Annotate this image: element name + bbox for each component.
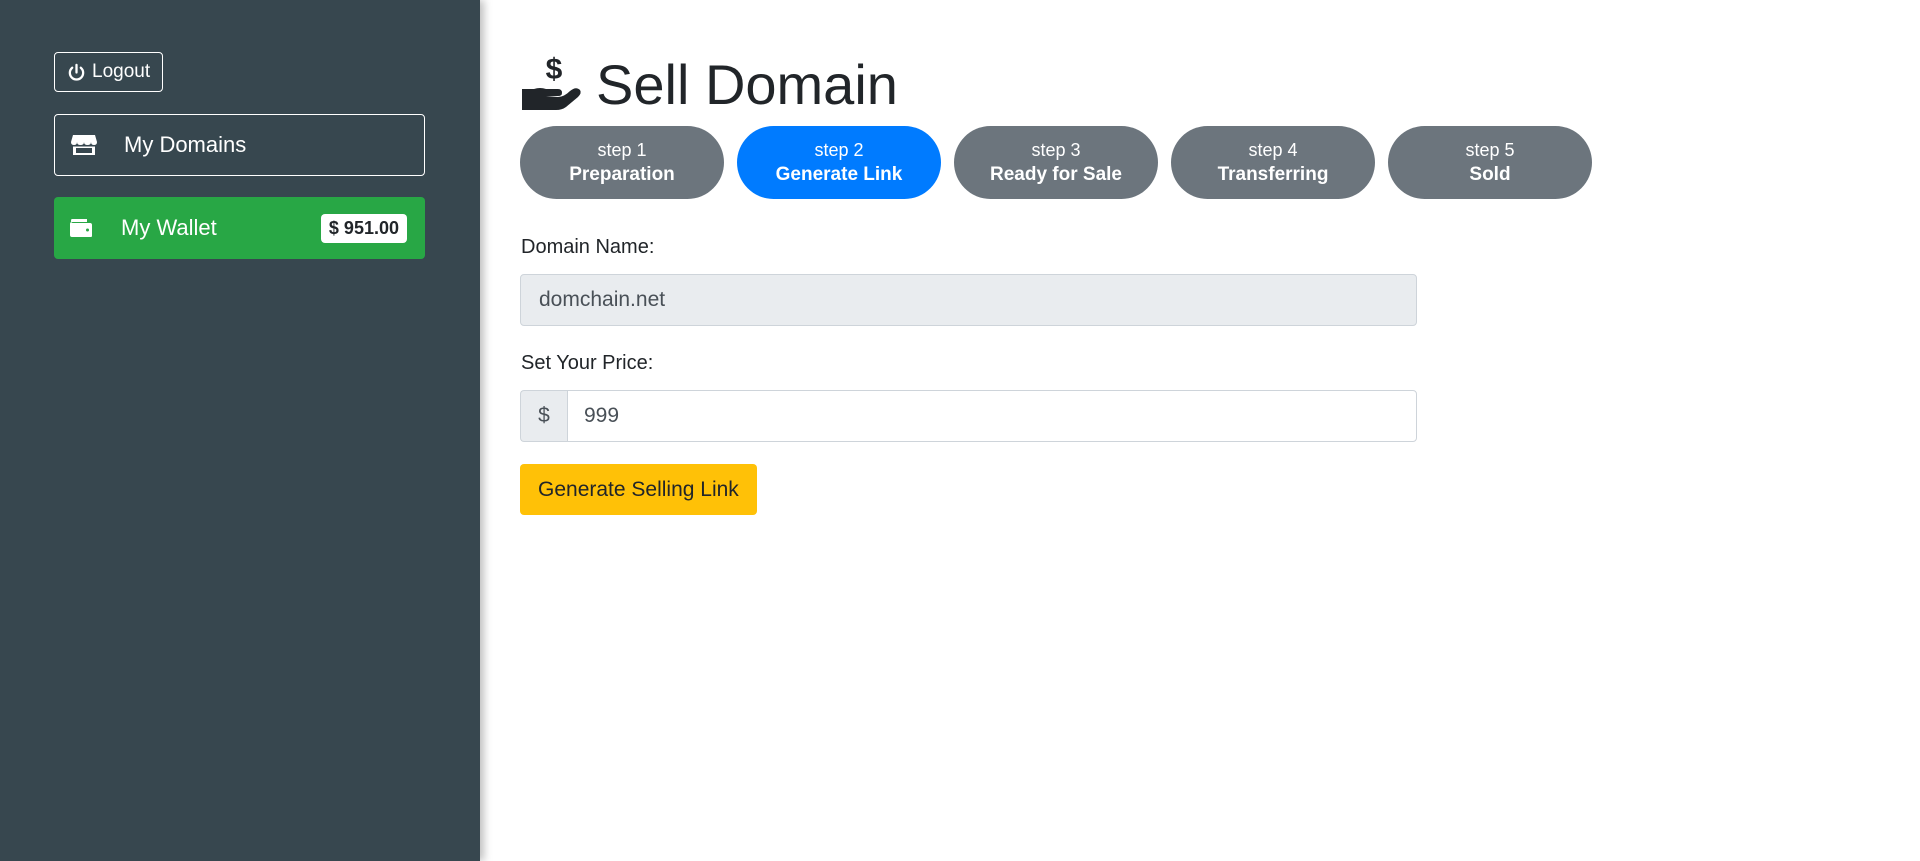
app-root: Logout My Domains My Wallet $ 951.00 $ S… <box>0 0 1920 861</box>
power-icon <box>67 63 86 82</box>
step-name: Sold <box>1469 163 1511 185</box>
step-number: step 4 <box>1248 139 1298 160</box>
step-name: Transferring <box>1217 163 1329 185</box>
store-icon <box>70 133 98 157</box>
step-1[interactable]: step 1 Preparation <box>520 126 724 199</box>
step-number: step 5 <box>1465 139 1515 160</box>
step-name: Ready for Sale <box>990 163 1122 185</box>
step-2[interactable]: step 2 Generate Link <box>737 126 941 199</box>
price-input[interactable] <box>567 390 1417 442</box>
logout-button[interactable]: Logout <box>54 52 164 92</box>
price-label: Set Your Price: <box>521 352 654 374</box>
step-number: step 2 <box>814 139 864 160</box>
generate-selling-link-button[interactable]: Generate Selling Link <box>520 464 757 515</box>
svg-text:$: $ <box>546 53 563 86</box>
sidebar-item-my-wallet[interactable]: My Wallet $ 951.00 <box>54 197 425 259</box>
domain-name-label: Domain Name: <box>521 236 655 258</box>
currency-prefix: $ <box>520 390 567 442</box>
step-5[interactable]: step 5 Sold <box>1388 126 1592 199</box>
step-name: Preparation <box>569 163 675 185</box>
step-3[interactable]: step 3 Ready for Sale <box>954 126 1158 199</box>
page-title: $ Sell Domain <box>520 52 898 117</box>
sidebar: Logout My Domains My Wallet $ 951.00 <box>0 0 480 861</box>
step-number: step 1 <box>597 139 647 160</box>
price-input-group: $ <box>520 390 1417 442</box>
logout-label: Logout <box>92 61 151 82</box>
step-name: Generate Link <box>775 163 903 185</box>
step-number: step 3 <box>1031 139 1081 160</box>
wallet-balance-badge: $ 951.00 <box>320 213 407 243</box>
sidebar-item-my-domains[interactable]: My Domains <box>54 114 425 176</box>
step-4[interactable]: step 4 Transferring <box>1171 126 1375 199</box>
sidebar-item-label: My Domains <box>124 132 247 157</box>
wallet-icon <box>69 217 93 239</box>
hand-holding-dollar-icon: $ <box>520 53 582 116</box>
domain-name-field: domchain.net <box>520 274 1417 326</box>
step-progress: step 1 Preparation step 2 Generate Link … <box>520 126 1592 199</box>
page-title-text: Sell Domain <box>596 53 898 116</box>
sidebar-item-label: My Wallet <box>121 215 217 240</box>
